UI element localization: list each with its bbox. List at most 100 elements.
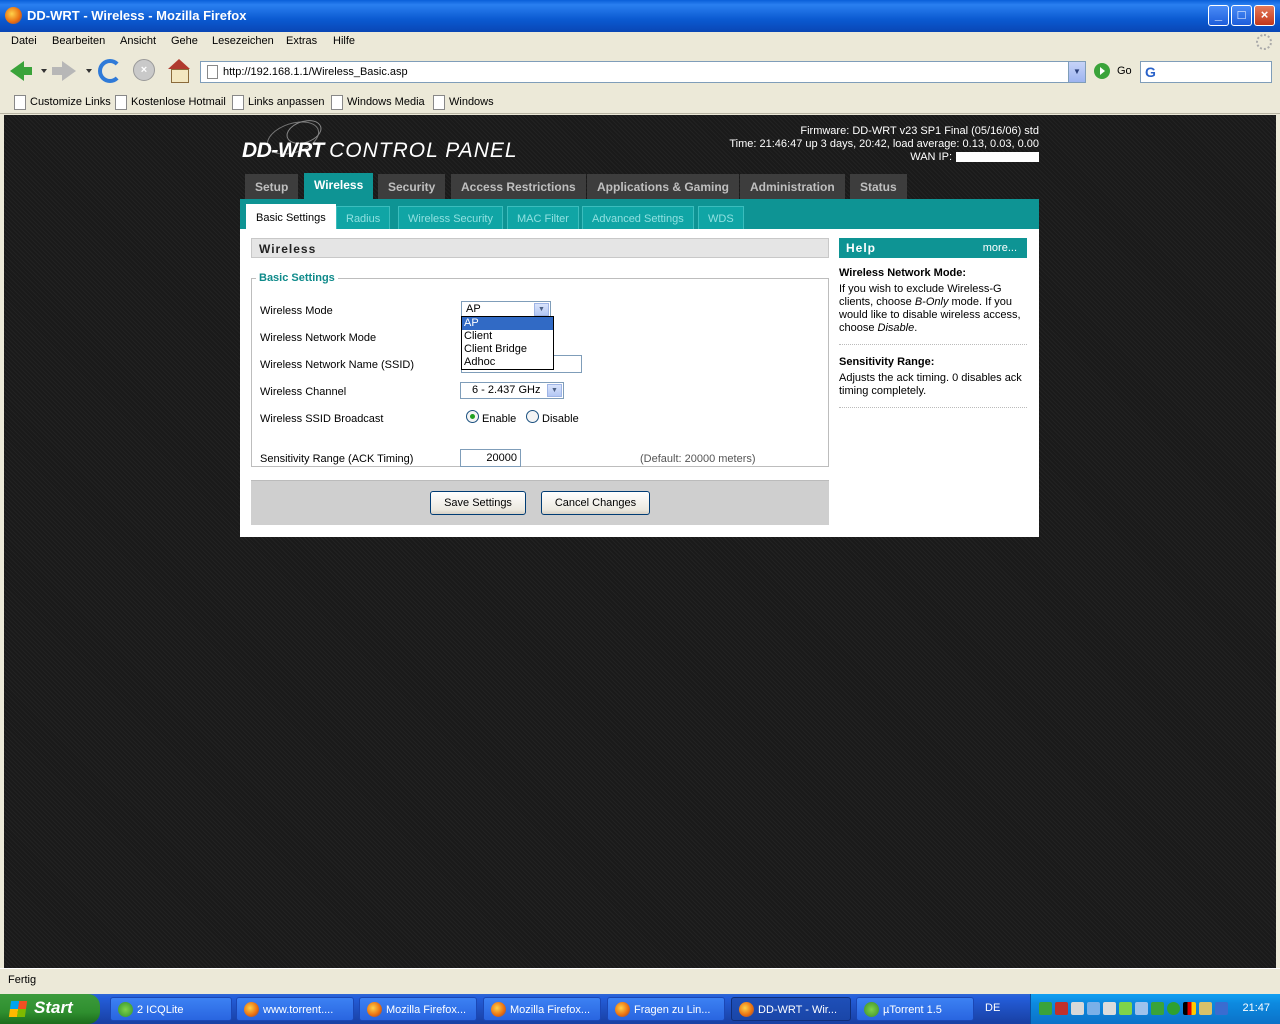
minimize-button[interactable]: _ [1208, 5, 1229, 26]
tray-green-icon[interactable] [1167, 1002, 1180, 1015]
tab-wireless[interactable]: Wireless [304, 173, 374, 199]
home-icon[interactable] [167, 59, 191, 83]
page-icon [207, 65, 218, 79]
task-firefox-1[interactable]: Mozilla Firefox... [359, 997, 477, 1021]
volume-icon[interactable] [1135, 1002, 1148, 1015]
tab-administration[interactable]: Administration [740, 174, 845, 199]
tab-security[interactable]: Security [378, 174, 446, 199]
tab-applications-gaming[interactable]: Applications & Gaming [587, 174, 740, 199]
tray-blue-icon[interactable] [1215, 1002, 1228, 1015]
subtab-radius[interactable]: Radius [336, 206, 391, 229]
firefox-icon [491, 1002, 506, 1017]
help-heading-sensitivity: Sensitivity Range: [839, 356, 935, 368]
ssid-label: Wireless Network Name (SSID) [260, 359, 415, 371]
tray-device-icon[interactable] [1071, 1002, 1084, 1015]
subtab-advanced-settings[interactable]: Advanced Settings [582, 206, 694, 229]
status-text: Fertig [8, 974, 37, 986]
task-fragen-zu-linux[interactable]: Fragen zu Lin... [607, 997, 725, 1021]
subtab-basic-settings[interactable]: Basic Settings [246, 204, 336, 229]
back-history-dropdown-icon[interactable] [41, 69, 47, 73]
task-icqlite[interactable]: 2 ICQLite [110, 997, 232, 1021]
url-bar[interactable]: ▼ [200, 61, 1086, 83]
wireless-mode-label: Wireless Mode [260, 305, 333, 317]
sensitivity-input[interactable]: 20000 [460, 449, 521, 467]
url-input[interactable] [223, 64, 1063, 80]
forward-history-dropdown-icon[interactable] [86, 69, 92, 73]
disable-label: Disable [542, 413, 579, 425]
menu-datei[interactable]: Datei [11, 35, 37, 47]
cancel-changes-button[interactable]: Cancel Changes [541, 491, 650, 515]
window-title: DD-WRT - Wireless - Mozilla Firefox [27, 8, 247, 23]
tray-app-icon[interactable] [1039, 1002, 1052, 1015]
button-bar: Save Settings Cancel Changes [251, 480, 829, 525]
menu-lesezeichen[interactable]: Lesezeichen [212, 35, 274, 47]
task-firefox-2[interactable]: Mozilla Firefox... [483, 997, 601, 1021]
ati-icon[interactable] [1055, 1002, 1068, 1015]
tab-access-restrictions[interactable]: Access Restrictions [451, 174, 586, 199]
task-ddwrt-wireless[interactable]: DD-WRT - Wir... [731, 997, 851, 1021]
menu-bearbeiten[interactable]: Bearbeiten [52, 35, 105, 47]
router-control-panel: DD-WRT CONTROL PANEL Firmware: DD-WRT v2… [240, 115, 1039, 537]
tray-icq-icon[interactable] [1119, 1002, 1132, 1015]
close-button[interactable]: × [1254, 5, 1275, 26]
stop-icon[interactable]: × [133, 59, 155, 81]
ssid-broadcast-disable-radio[interactable] [526, 410, 539, 423]
tray-hardware-icon[interactable] [1199, 1002, 1212, 1015]
ssid-broadcast-enable-radio[interactable] [466, 410, 479, 423]
maximize-button[interactable]: □ [1231, 5, 1252, 26]
subtab-mac-filter[interactable]: MAC Filter [507, 206, 579, 229]
reload-icon[interactable] [98, 59, 122, 83]
go-icon[interactable] [1094, 63, 1110, 79]
utorrent-icon [864, 1002, 879, 1017]
channel-select[interactable]: 6 - 2.437 GHz ▼ [460, 382, 564, 399]
bookmark-windows-media[interactable]: Windows Media [331, 95, 425, 110]
search-box[interactable]: G [1140, 61, 1272, 83]
bookmark-customize-links[interactable]: Customize Links [14, 95, 111, 110]
tray-shield-icon[interactable] [1103, 1002, 1116, 1015]
tab-status[interactable]: Status [850, 174, 907, 199]
help-divider [839, 407, 1027, 408]
start-button[interactable]: Start [0, 994, 100, 1024]
router-info: Firmware: DD-WRT v23 SP1 Final (05/16/06… [729, 125, 1039, 164]
bookmark-windows[interactable]: Windows [433, 95, 494, 110]
menu-extras[interactable]: Extras [286, 35, 317, 47]
network-icon[interactable] [1087, 1002, 1100, 1015]
sub-tabs-bar: Basic Settings Radius Wireless Security … [240, 199, 1039, 229]
menu-gehe[interactable]: Gehe [171, 35, 198, 47]
forward-arrow-icon[interactable] [52, 59, 78, 83]
task-utorrent[interactable]: µTorrent 1.5 [856, 997, 974, 1021]
subtab-wireless-security[interactable]: Wireless Security [398, 206, 503, 229]
bookmark-links-anpassen[interactable]: Links anpassen [232, 95, 324, 110]
option-client[interactable]: Client [462, 330, 553, 343]
save-settings-button[interactable]: Save Settings [430, 491, 526, 515]
bookmark-kostenlose-hotmail[interactable]: Kostenlose Hotmail [115, 95, 226, 110]
tray-flag-icon[interactable] [1183, 1002, 1196, 1015]
firefox-icon [5, 7, 22, 24]
back-arrow-icon[interactable] [8, 59, 34, 83]
help-heading-network-mode: Wireless Network Mode: [839, 267, 967, 279]
firefox-icon [244, 1002, 259, 1017]
help-more-link[interactable]: more... [983, 242, 1017, 254]
url-dropdown-icon[interactable]: ▼ [1068, 62, 1085, 82]
throbber-icon [1256, 34, 1272, 50]
task-torrent-site[interactable]: www.torrent.... [236, 997, 354, 1021]
option-adhoc[interactable]: Adhoc [462, 356, 553, 369]
channel-label: Wireless Channel [260, 386, 347, 398]
language-indicator[interactable]: DE [985, 1002, 1000, 1014]
subtab-wds[interactable]: WDS [698, 206, 744, 229]
menu-ansicht[interactable]: Ansicht [120, 35, 156, 47]
tray-utorrent-icon[interactable] [1151, 1002, 1164, 1015]
sensitivity-default-note: (Default: 20000 meters) [640, 453, 756, 465]
help-text-network-mode: If you wish to exclude Wireless-G client… [839, 283, 1021, 334]
wan-ip-label: WAN IP: [910, 151, 952, 163]
option-ap[interactable]: AP [462, 317, 553, 330]
content-area: Wireless Basic Settings Wireless Mode AP… [240, 229, 1039, 537]
tab-setup[interactable]: Setup [245, 174, 299, 199]
go-button[interactable]: Go [1117, 65, 1132, 77]
chevron-down-icon[interactable]: ▼ [534, 303, 549, 316]
google-search-icon[interactable]: G [1145, 64, 1156, 80]
menu-hilfe[interactable]: Hilfe [333, 35, 355, 47]
help-panel: Help more... Wireless Network Mode: If y… [839, 238, 1027, 408]
chevron-down-icon[interactable]: ▼ [547, 384, 562, 397]
option-client-bridge[interactable]: Client Bridge [462, 343, 553, 356]
